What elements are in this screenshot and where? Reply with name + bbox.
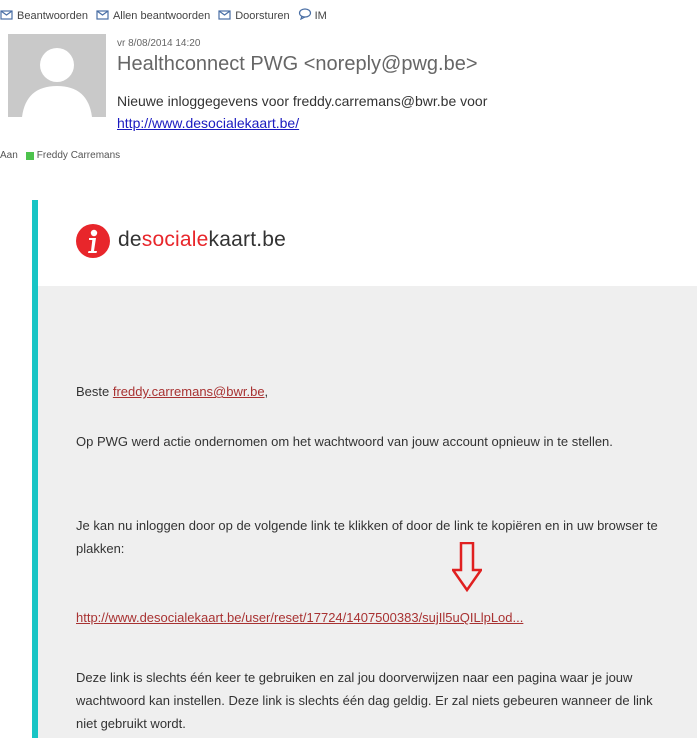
reply-label: Beantwoorden [17,9,88,22]
message-subject: Nieuwe inloggegevens voor freddy.carrema… [117,90,487,134]
im-icon [298,8,315,23]
logo-part-sociale: sociale [141,228,209,251]
recipient-name[interactable]: Freddy Carremans [37,150,120,161]
logo-part-de: de [118,228,142,251]
paragraph-2: Je kan nu inloggen door op de volgende l… [76,518,658,556]
sender-avatar [8,34,106,117]
greeting-comma: , [264,384,269,399]
message-date: vr 8/08/2014 14:20 [117,38,201,49]
message-toolbar: Beantwoorden Allen beantwoorden Doorstur… [0,8,335,23]
greeting-text: Beste [76,384,113,399]
presence-icon [25,151,34,160]
forward-button[interactable]: Doorsturen [218,8,290,23]
reply-button[interactable]: Beantwoorden [0,8,88,23]
subject-text: Nieuwe inloggegevens voor freddy.carrema… [117,93,488,109]
reset-link-row: http://www.desocialekaart.be/user/reset/… [76,606,666,629]
paragraph-3: Deze link is slechts één keer te gebruik… [76,670,653,731]
paragraph-1: Op PWG werd actie ondernomen om het wach… [76,434,613,449]
brand-logo-text: desocialekaart.be [118,228,286,252]
forward-icon [218,8,235,23]
reply-all-label: Allen beantwoorden [112,9,211,22]
to-label: Aan [0,150,18,161]
down-arrow-icon [450,541,484,597]
sender-name[interactable]: Healthconnect PWG <noreply@pwg.be> [117,53,478,76]
reply-all-icon [96,8,113,23]
im-button[interactable]: IM [298,8,327,23]
forward-label: Doorsturen [235,9,290,22]
subject-link[interactable]: http://www.desocialekaart.be/ [117,115,299,131]
im-label: IM [314,9,327,22]
reply-all-button[interactable]: Allen beantwoorden [96,8,210,23]
info-logo-icon [76,224,110,258]
reset-link[interactable]: http://www.desocialekaart.be/user/reset/… [76,610,523,625]
greeting: Beste freddy.carremans@bwr.be, [76,380,666,403]
logo-part-kaart: kaart.be [208,228,287,251]
recipients-row: Aan Freddy Carremans [0,150,120,161]
reply-icon [0,8,17,23]
greeting-email-link[interactable]: freddy.carremans@bwr.be [113,384,265,399]
